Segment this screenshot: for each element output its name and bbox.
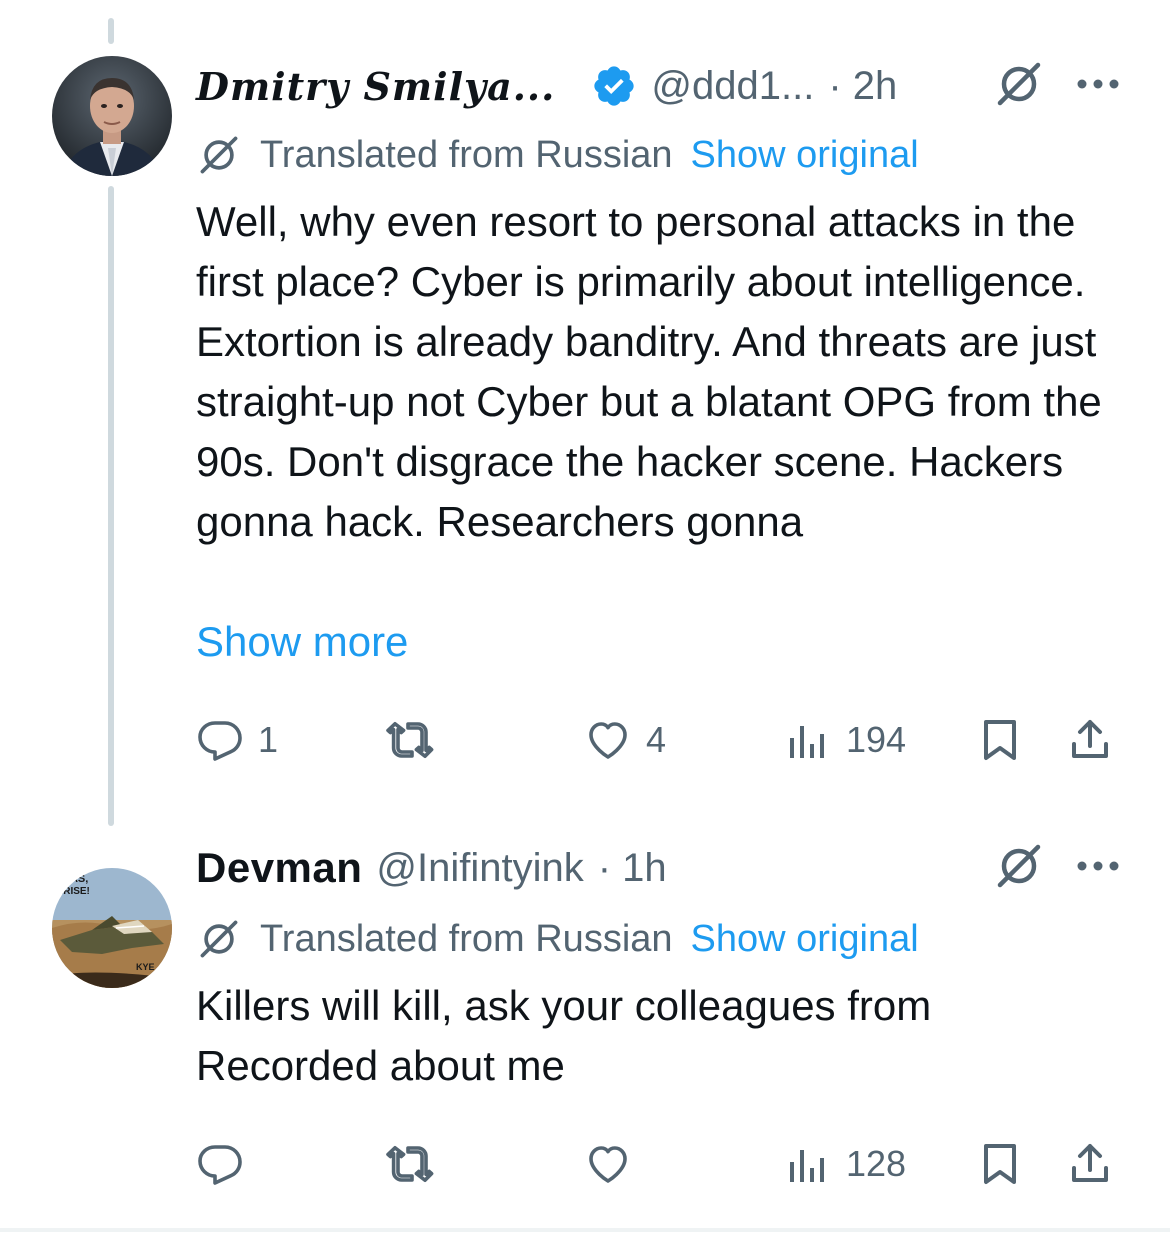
repost-button[interactable]	[386, 1134, 448, 1194]
tweet-header: Devman @Inifintyink · 1h	[196, 838, 1120, 898]
share-icon	[1072, 720, 1108, 758]
reply-count: 1	[258, 719, 279, 760]
translated-label: Translated from Russian	[260, 133, 673, 176]
repost-icon	[386, 722, 434, 758]
bookmark-button[interactable]	[976, 710, 1024, 770]
bookmark-button[interactable]	[976, 1134, 1024, 1194]
heart-icon	[589, 722, 627, 759]
views-chart-icon	[790, 726, 824, 758]
views-count: 194	[846, 719, 907, 760]
tweet-text: Well, why even resort to personal attack…	[196, 198, 1102, 545]
header-actions	[994, 56, 1120, 116]
verified-badge-icon	[591, 63, 637, 109]
avatar[interactable]: KAS, ARISE! KYE	[52, 868, 172, 988]
tweet[interactable]: KAS, ARISE! KYE Devman @Inifintyink · 1h	[0, 830, 1170, 1230]
reply-icon	[198, 1145, 242, 1185]
reply-button[interactable]: 1	[196, 710, 278, 770]
like-count: 4	[646, 719, 667, 760]
translated-label: Translated from Russian	[260, 917, 673, 960]
timestamp[interactable]: · 1h	[598, 846, 667, 891]
divider	[0, 1228, 1170, 1232]
tweet-header: Dmitry Smilya... @ddd1... · 2h	[196, 56, 1120, 116]
more-dots-icon[interactable]	[1076, 859, 1120, 877]
like-button[interactable]: 4	[584, 710, 666, 770]
grok-icon[interactable]	[994, 59, 1044, 114]
avatar-text-2: ARISE!	[56, 886, 90, 897]
views-button[interactable]: 194	[784, 710, 906, 770]
handle[interactable]: @ddd1...	[651, 64, 814, 109]
header-actions	[994, 838, 1120, 898]
display-name[interactable]: Devman	[196, 844, 362, 892]
share-button[interactable]	[1066, 710, 1114, 770]
handle[interactable]: @Inifintyink	[376, 846, 583, 891]
heart-icon	[589, 1146, 627, 1183]
tweet-actions: 1 4 194	[196, 710, 1116, 770]
bookmark-icon	[984, 1144, 1016, 1184]
show-original-link[interactable]: Show original	[691, 134, 919, 177]
translation-notice: Translated from Russian Show original	[196, 914, 919, 964]
reply-button[interactable]	[196, 1134, 258, 1194]
tweet[interactable]: Dmitry Smilya... @ddd1... · 2h Translate…	[0, 0, 1170, 830]
grok-icon[interactable]	[994, 841, 1044, 896]
share-button[interactable]	[1066, 1134, 1114, 1194]
more-dots-icon[interactable]	[1076, 77, 1120, 95]
share-icon	[1072, 1144, 1108, 1182]
bookmark-icon	[984, 720, 1016, 760]
views-button[interactable]: 128	[784, 1134, 906, 1194]
translation-notice: Translated from Russian Show original	[196, 130, 919, 180]
tweet-actions: 128	[196, 1134, 1116, 1194]
grok-translate-icon	[200, 920, 238, 958]
show-more-link[interactable]: Show more	[196, 612, 408, 672]
reply-icon	[198, 721, 242, 761]
show-original-link[interactable]: Show original	[691, 918, 919, 961]
like-button[interactable]	[584, 1134, 646, 1194]
avatar-text-1: KAS,	[62, 873, 88, 885]
views-count: 128	[846, 1143, 907, 1184]
timestamp[interactable]: · 2h	[828, 64, 897, 109]
tweet-text: Killers will kill, ask your colleagues f…	[196, 982, 932, 1089]
views-chart-icon	[790, 1150, 824, 1182]
display-name[interactable]: Dmitry Smilya...	[196, 64, 555, 109]
repost-icon	[386, 1146, 434, 1182]
avatar[interactable]	[52, 56, 172, 176]
avatar-text-3: KYE	[136, 962, 155, 972]
grok-translate-icon	[200, 136, 238, 174]
repost-button[interactable]	[386, 710, 448, 770]
